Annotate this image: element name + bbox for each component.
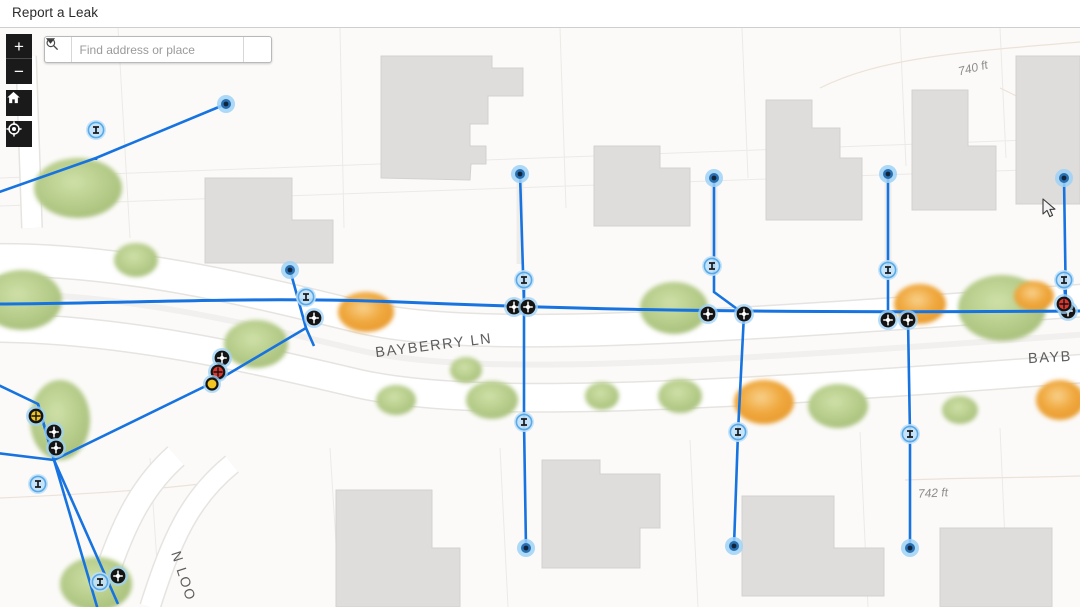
app-header: Report a Leak — [0, 0, 1080, 28]
home-button[interactable] — [6, 90, 32, 116]
map-canvas[interactable]: BAYBERRY LN BAYB N LOO 740 ft 742 ft + − — [0, 28, 1080, 607]
page-title: Report a Leak — [12, 5, 99, 20]
home-icon — [7, 91, 20, 104]
map-graphics — [0, 28, 1080, 607]
zoom-out-button[interactable]: − — [6, 59, 32, 84]
app-root: Report a Leak BAYBERRY LN BAYB N LOO 740… — [0, 0, 1080, 607]
zoom-control-stack: + − — [6, 34, 32, 84]
search-widget — [44, 36, 272, 63]
search-icon — [46, 38, 58, 50]
search-submit-button[interactable] — [46, 37, 271, 62]
zoom-in-button[interactable]: + — [6, 34, 32, 59]
search-input[interactable] — [71, 37, 243, 62]
locate-icon — [6, 121, 22, 137]
locate-button[interactable] — [6, 121, 32, 147]
